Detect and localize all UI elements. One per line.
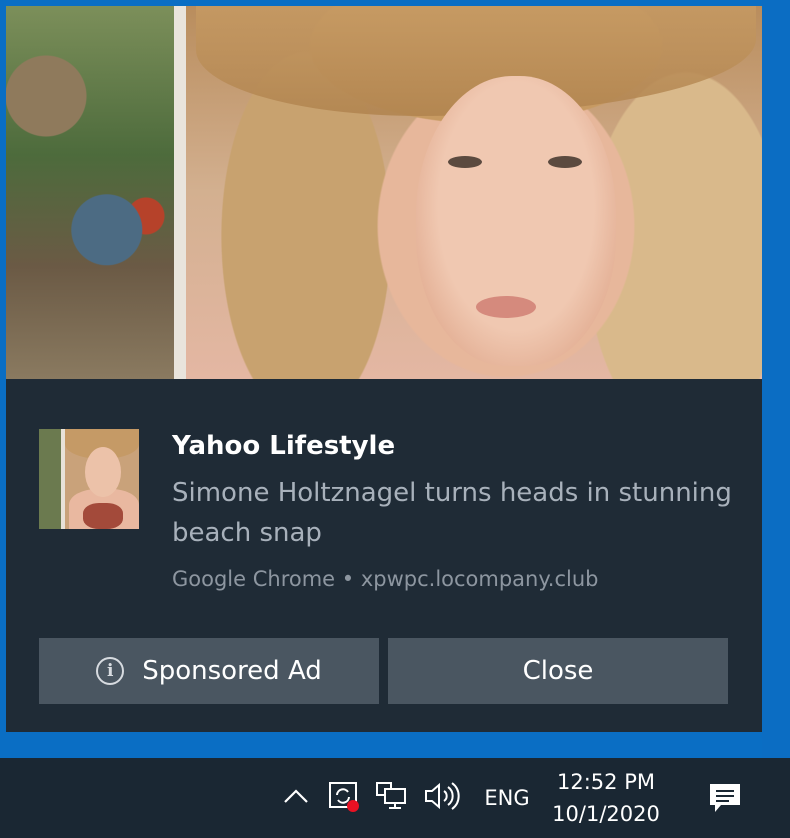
chevron-up-icon[interactable] <box>278 778 314 814</box>
sponsored-ad-label: Sponsored Ad <box>142 656 322 686</box>
clock-date: 10/1/2020 <box>552 802 660 826</box>
info-icon: i <box>96 657 125 685</box>
sync-icon[interactable] <box>324 776 364 816</box>
notification-message: Simone Holtznagel turns heads in stunnin… <box>172 478 732 548</box>
close-label: Close <box>522 656 594 686</box>
eye-shape <box>548 156 582 168</box>
desktop-background <box>762 0 790 758</box>
toast-content: Yahoo Lifestyle Simone Holtznagel turns … <box>6 379 762 732</box>
hero-image-left-panel <box>6 6 174 379</box>
clock-time: 12:52 PM <box>557 770 655 794</box>
toast-notification[interactable]: Yahoo Lifestyle Simone Holtznagel turns … <box>6 6 762 732</box>
face-shape <box>416 76 616 366</box>
volume-icon[interactable] <box>420 776 464 816</box>
thumbnail-suit <box>83 503 123 529</box>
thumbnail-face <box>85 447 121 497</box>
hero-image-divider <box>174 6 186 379</box>
close-button[interactable]: Close <box>388 638 728 704</box>
action-center-icon[interactable] <box>700 776 750 820</box>
language-indicator[interactable]: ENG <box>476 778 538 818</box>
network-icon[interactable] <box>372 776 412 816</box>
notification-title: Yahoo Lifestyle <box>172 431 396 461</box>
eye-shape <box>448 156 482 168</box>
clock[interactable]: 12:52 PM 10/1/2020 <box>548 766 664 830</box>
hero-image-main-photo <box>186 6 762 379</box>
hero-image[interactable] <box>6 6 762 379</box>
notification-attribution: Google Chrome • xpwpc.locompany.club <box>172 567 599 591</box>
app-logo-thumbnail <box>39 429 139 529</box>
taskbar: ENG 12:52 PM 10/1/2020 <box>0 758 790 838</box>
lips-shape <box>476 296 536 318</box>
sponsored-ad-button[interactable]: i Sponsored Ad <box>39 638 379 704</box>
